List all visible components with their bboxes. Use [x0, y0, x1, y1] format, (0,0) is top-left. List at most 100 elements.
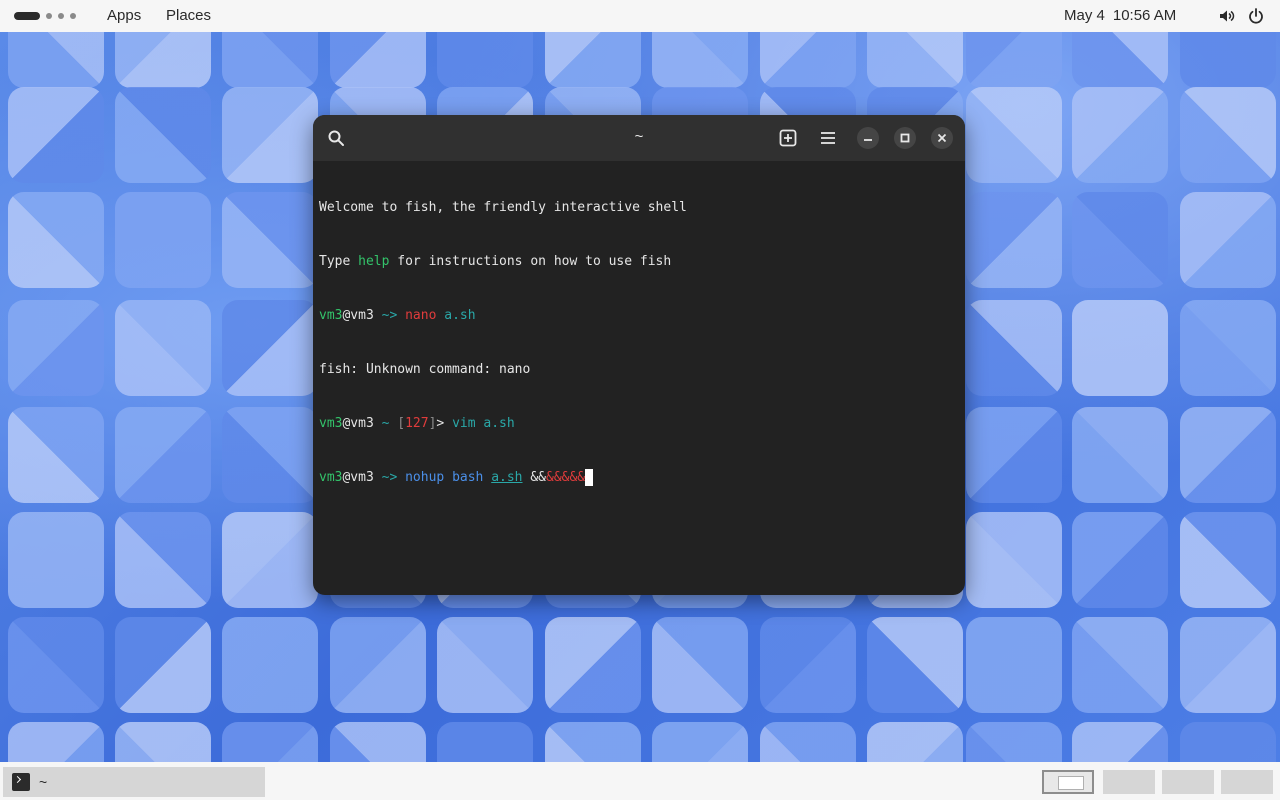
wallpaper-tile: [966, 617, 1062, 713]
wallpaper-tile: [222, 407, 318, 503]
taskbar-item-terminal[interactable]: ~: [3, 767, 265, 797]
taskbar-item-label: ~: [39, 774, 48, 790]
bottom-panel: ~: [0, 762, 1280, 800]
wallpaper-tile: [222, 722, 318, 762]
activities-indicator[interactable]: [14, 10, 76, 22]
terminal-window[interactable]: ~ Welcome to fish, the friendly interact…: [313, 115, 965, 595]
minimize-button[interactable]: [857, 127, 879, 149]
wallpaper-tile: [1072, 87, 1168, 183]
wallpaper-tile: [545, 722, 641, 762]
wallpaper-tile: [8, 407, 104, 503]
wallpaper-tile: [760, 617, 856, 713]
wallpaper-tile: [1180, 407, 1276, 503]
wallpaper-tile: [1072, 192, 1168, 288]
wallpaper-tile: [222, 32, 318, 88]
wallpaper-tile: [966, 300, 1062, 396]
wallpaper-tile: [8, 617, 104, 713]
wallpaper-tile: [330, 32, 426, 88]
wallpaper-tile: [222, 512, 318, 608]
wallpaper-tile: [760, 32, 856, 88]
wallpaper-tile: [867, 32, 963, 88]
wallpaper-tile: [652, 617, 748, 713]
wallpaper-tile: [115, 32, 211, 88]
wallpaper-tile: [8, 512, 104, 608]
wallpaper-tile: [437, 722, 533, 762]
wallpaper-tile: [966, 192, 1062, 288]
workspace-4[interactable]: [1221, 770, 1273, 794]
wallpaper-tile: [1072, 512, 1168, 608]
wallpaper-tile: [1180, 87, 1276, 183]
clock[interactable]: May 4 10:56 AM: [1064, 7, 1176, 24]
wallpaper-tile: [966, 32, 1062, 88]
wallpaper-tile: [8, 192, 104, 288]
terminal-line: vm3@vm3 ~> nohup bash a.sh &&&&&&&: [319, 469, 959, 487]
wallpaper-tile: [1072, 722, 1168, 762]
wallpaper-tile: [1072, 32, 1168, 88]
power-icon[interactable]: [1247, 7, 1265, 25]
wallpaper-tile: [437, 32, 533, 88]
wallpaper-tile: [652, 722, 748, 762]
clock-time: 10:56 AM: [1112, 7, 1177, 24]
wallpaper-tile: [8, 87, 104, 183]
workspace-2[interactable]: [1103, 770, 1155, 794]
clock-date: May 4: [1064, 7, 1105, 24]
text-cursor: [585, 469, 594, 486]
wallpaper-tile: [1180, 192, 1276, 288]
terminal-icon: [12, 773, 30, 791]
top-bar: Apps Places May 4 10:56 AM: [0, 0, 1280, 32]
wallpaper-tile: [1072, 300, 1168, 396]
wallpaper-tile: [222, 617, 318, 713]
workspace-pill-active: [14, 12, 40, 20]
wallpaper-tile: [1180, 722, 1276, 762]
wallpaper-tile: [1072, 617, 1168, 713]
terminal-line: vm3@vm3 ~> nano a.sh: [319, 308, 476, 323]
wallpaper-tile: [966, 87, 1062, 183]
terminal-headerbar[interactable]: ~: [313, 115, 965, 161]
wallpaper-tile: [8, 300, 104, 396]
wallpaper-tile: [867, 617, 963, 713]
wallpaper-tile: [867, 722, 963, 762]
wallpaper-tile: [8, 32, 104, 88]
wallpaper-tile: [115, 87, 211, 183]
terminal-line: Type help for instructions on how to use…: [319, 254, 672, 269]
terminal-output[interactable]: Welcome to fish, the friendly interactiv…: [319, 163, 959, 583]
maximize-button[interactable]: [894, 127, 916, 149]
workspace-dot: [46, 13, 52, 19]
wallpaper-tile: [8, 722, 104, 762]
wallpaper-tile: [115, 512, 211, 608]
wallpaper-tile: [966, 407, 1062, 503]
wallpaper-tile: [760, 722, 856, 762]
wallpaper-tile: [1180, 300, 1276, 396]
close-icon: [937, 133, 947, 143]
places-menu[interactable]: Places: [166, 7, 211, 24]
wallpaper-tile: [222, 192, 318, 288]
wallpaper-tile: [115, 722, 211, 762]
wallpaper-tile: [1180, 617, 1276, 713]
terminal-line: fish: Unknown command: nano: [319, 362, 531, 377]
wallpaper-tile: [1180, 32, 1276, 88]
close-button[interactable]: [931, 127, 953, 149]
wallpaper-tile: [222, 87, 318, 183]
wallpaper-tile: [115, 407, 211, 503]
wallpaper-tile: [545, 32, 641, 88]
wallpaper-tile: [652, 32, 748, 88]
wallpaper-tile: [330, 722, 426, 762]
wallpaper-tile: [545, 617, 641, 713]
wallpaper-tile: [1180, 512, 1276, 608]
wallpaper-tile: [966, 722, 1062, 762]
maximize-icon: [900, 133, 910, 143]
workspace-1[interactable]: [1042, 770, 1094, 794]
terminal-line: Welcome to fish, the friendly interactiv…: [319, 200, 687, 215]
wallpaper-tile: [437, 617, 533, 713]
workspace-3[interactable]: [1162, 770, 1214, 794]
new-tab-icon[interactable]: [776, 126, 800, 150]
workspace-dot: [70, 13, 76, 19]
wallpaper-tile: [1072, 407, 1168, 503]
volume-icon[interactable]: [1218, 7, 1236, 25]
menu-icon[interactable]: [816, 126, 840, 150]
wallpaper-tile: [330, 617, 426, 713]
workspace-dot: [58, 13, 64, 19]
apps-menu[interactable]: Apps: [107, 7, 141, 24]
terminal-line: vm3@vm3 ~ [127]> vim a.sh: [319, 416, 515, 431]
wallpaper-tile: [115, 617, 211, 713]
